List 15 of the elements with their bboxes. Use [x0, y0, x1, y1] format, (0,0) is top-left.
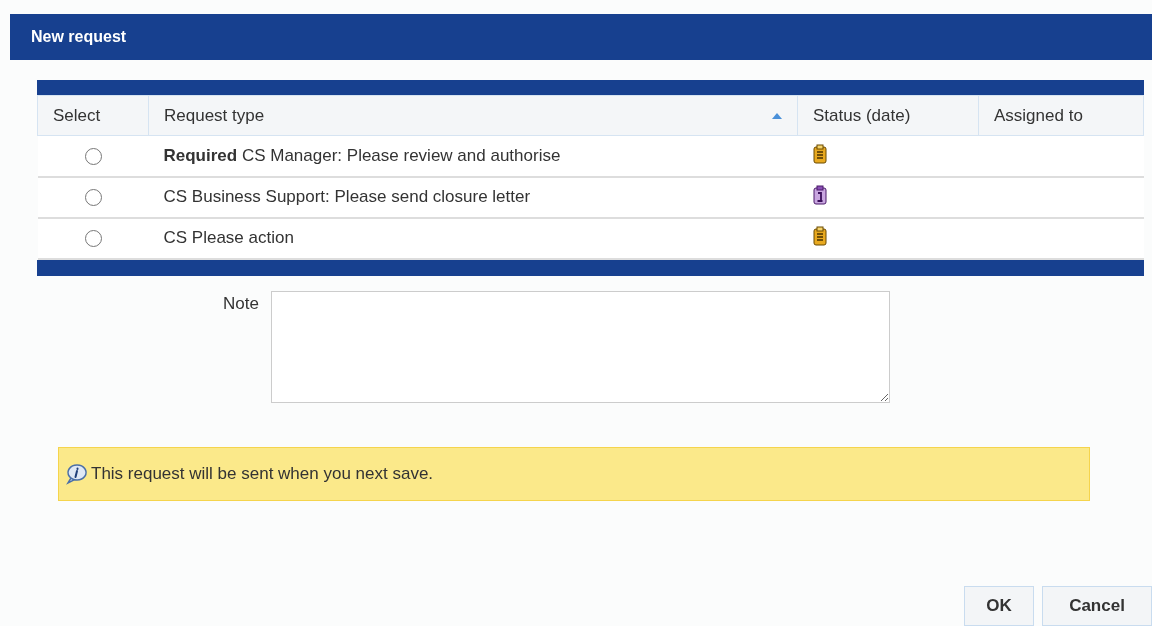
sort-ascending-icon[interactable]: [772, 112, 782, 119]
request-type-cell: CS Please action: [163, 228, 294, 248]
note-label: Note: [222, 292, 260, 315]
radio-button[interactable]: [84, 189, 102, 207]
column-header[interactable]: Request type: [164, 102, 265, 129]
request-type-cell: Required CS Manager: Please review and authorise: [163, 146, 561, 165]
radio-button[interactable]: [84, 230, 102, 248]
info-icon: [65, 462, 89, 485]
radio-button[interactable]: [84, 148, 102, 165]
dialog-title: New request: [31, 27, 127, 47]
note-field[interactable]: [271, 290, 890, 403]
cancel-button[interactable]: Cancel: [1042, 586, 1152, 626]
info-message: This request will be sent when you next save.: [91, 462, 434, 485]
ok-button[interactable]: OK: [964, 586, 1034, 626]
request-type-cell: CS Business Support: Please send closure letter: [163, 187, 531, 207]
